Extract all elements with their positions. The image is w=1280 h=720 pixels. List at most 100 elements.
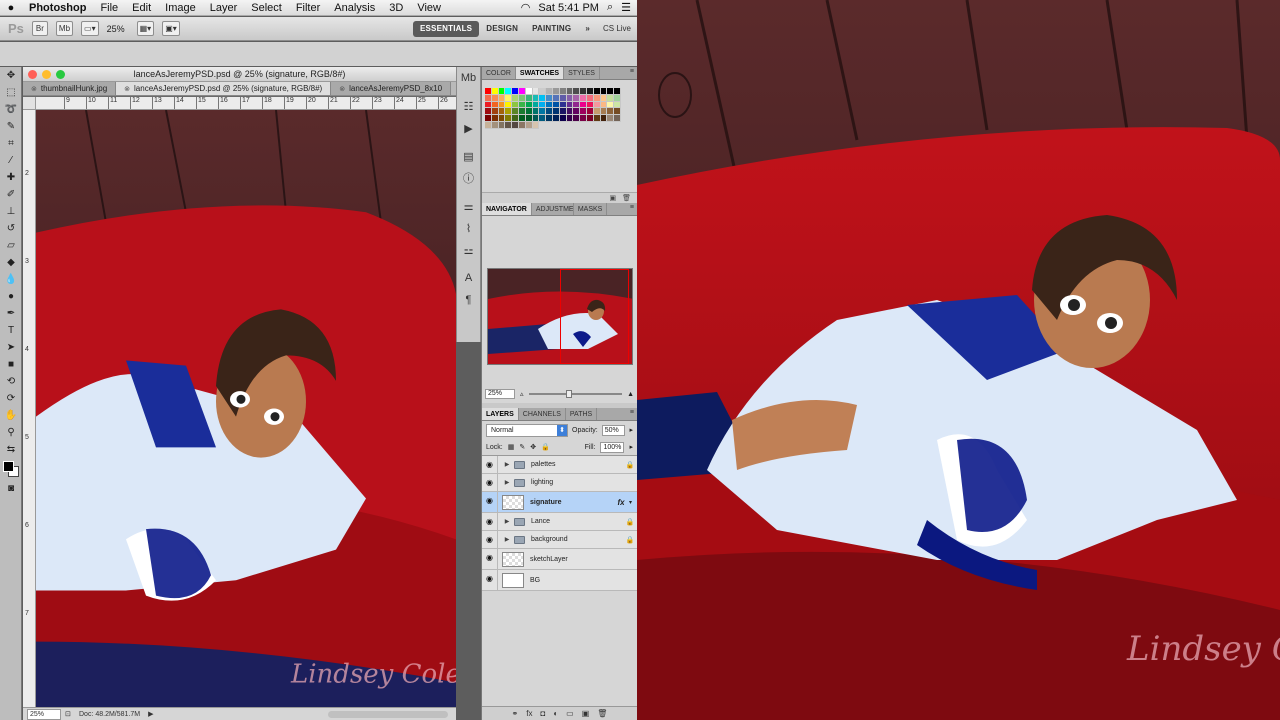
paragraph-icon[interactable]: ¶ xyxy=(457,289,480,311)
document-tab-active[interactable]: ⊗ lanceAsJeremyPSD.psd @ 25% (signature, … xyxy=(116,82,332,95)
panel-menu-icon[interactable]: ≡ xyxy=(630,68,634,75)
swatch-cell[interactable] xyxy=(586,108,594,116)
swatch-cell[interactable] xyxy=(518,94,526,102)
brush-tool-icon[interactable]: ✐ xyxy=(0,186,22,203)
clone-source-icon[interactable]: ⚍ xyxy=(457,239,480,261)
swatch-cell[interactable] xyxy=(586,101,594,109)
blend-mode-select[interactable]: Normal xyxy=(486,423,569,437)
healing-brush-tool-icon[interactable]: ✚ xyxy=(0,169,22,186)
paint-bucket-tool-icon[interactable]: ◆ xyxy=(0,254,22,271)
swatch-cell[interactable] xyxy=(607,88,615,95)
swatch-cell[interactable] xyxy=(498,121,506,129)
adjustment-layer-icon[interactable]: ◐ xyxy=(553,709,558,718)
swatch-cell[interactable] xyxy=(498,115,506,122)
swatch-cell[interactable] xyxy=(485,115,492,122)
swatch-cell[interactable] xyxy=(593,101,601,109)
swatch-cell[interactable] xyxy=(552,101,560,109)
expand-group-icon[interactable]: ▶ xyxy=(502,461,512,468)
close-window-button[interactable] xyxy=(28,70,37,79)
swatch-cell[interactable] xyxy=(518,101,526,109)
swatch-cell[interactable] xyxy=(525,88,533,95)
tab-styles[interactable]: STYLES xyxy=(564,67,600,79)
tab-navigator[interactable]: NAVIGATOR xyxy=(482,203,532,215)
swatch-cell[interactable] xyxy=(532,88,540,95)
swatch-cell[interactable] xyxy=(512,115,519,122)
swatch-cell[interactable] xyxy=(491,88,499,95)
close-tab-icon[interactable]: ⊗ xyxy=(124,86,130,93)
layer-row[interactable]: ◉ ▶ Lance 🔒 xyxy=(482,513,637,531)
marquee-tool-icon[interactable]: ⬚ xyxy=(0,84,22,101)
apple-icon[interactable]: ● xyxy=(0,2,22,14)
swatch-cell[interactable] xyxy=(580,115,587,122)
view-extras-button[interactable]: ▭▾ xyxy=(81,21,99,36)
swatch-cell[interactable] xyxy=(532,121,540,129)
swatch-cell[interactable] xyxy=(505,88,513,95)
swatch-cell[interactable] xyxy=(546,101,553,109)
tab-paths[interactable]: PATHS xyxy=(566,408,598,420)
horizontal-scrollbar[interactable] xyxy=(328,710,448,718)
swatch-cell[interactable] xyxy=(498,94,506,102)
visibility-eye-icon[interactable]: ◉ xyxy=(482,456,498,473)
launch-mini-bridge-button[interactable]: Mb xyxy=(55,21,74,36)
swatch-cell[interactable] xyxy=(491,101,499,109)
swatch-cell[interactable] xyxy=(586,88,594,95)
zoom-level-select[interactable]: 25% xyxy=(107,24,125,34)
new-group-icon[interactable]: ▭ xyxy=(566,709,574,718)
ruler-origin[interactable] xyxy=(23,97,36,110)
expand-group-icon[interactable]: ▶ xyxy=(502,518,512,525)
swatch-cell[interactable] xyxy=(566,115,574,122)
document-size-info[interactable]: Doc: 48.2M/581.7M xyxy=(79,711,140,718)
fill-dropdown-icon[interactable]: ▸ xyxy=(629,443,633,451)
info-icon[interactable]: ⓘ xyxy=(457,167,480,189)
lock-image-icon[interactable]: ✎ xyxy=(519,443,525,451)
zoom-out-icon[interactable]: ▵ xyxy=(520,390,524,398)
swatch-cell[interactable] xyxy=(485,88,492,95)
swatch-cell[interactable] xyxy=(607,94,615,102)
swatch-cell[interactable] xyxy=(512,94,519,102)
swatch-cell[interactable] xyxy=(525,101,533,109)
swatch-cell[interactable] xyxy=(539,108,547,116)
delete-layer-icon[interactable]: 🗑 xyxy=(597,709,607,718)
tab-adjustments[interactable]: ADJUSTMENTS xyxy=(532,203,574,215)
swatch-cell[interactable] xyxy=(552,94,560,102)
swatch-cell[interactable] xyxy=(593,115,601,122)
swatch-cell[interactable] xyxy=(586,115,594,122)
zoom-window-button[interactable] xyxy=(56,70,65,79)
swatch-cell[interactable] xyxy=(491,108,499,116)
add-mask-icon[interactable]: ◘ xyxy=(540,709,545,718)
menu-file[interactable]: File xyxy=(93,2,125,14)
eraser-tool-icon[interactable]: ▱ xyxy=(0,237,22,254)
swatch-cell[interactable] xyxy=(505,108,513,116)
swatch-cell[interactable] xyxy=(518,121,526,129)
spotlight-icon[interactable]: ⌕ xyxy=(607,1,613,14)
layer-row[interactable]: ◉ BG xyxy=(482,570,637,591)
cs-live-button[interactable]: CS Live xyxy=(597,24,637,33)
eyedropper-tool-icon[interactable]: ⁄ xyxy=(0,152,22,169)
swatch-cell[interactable] xyxy=(512,88,519,95)
swatch-cell[interactable] xyxy=(580,88,587,95)
layer-name[interactable]: signature xyxy=(530,499,613,506)
layer-name[interactable]: BG xyxy=(530,577,637,584)
tab-layers[interactable]: LAYERS xyxy=(482,408,519,420)
navigator-zoom-slider[interactable] xyxy=(528,390,623,398)
swatch-cell[interactable] xyxy=(614,115,621,122)
crop-tool-icon[interactable]: ⌗ xyxy=(0,135,22,152)
swatch-cell[interactable] xyxy=(546,108,553,116)
zoom-tool-icon[interactable]: ⚲ xyxy=(0,424,22,441)
layer-effects-icon[interactable]: fx xyxy=(613,498,629,507)
menu-analysis[interactable]: Analysis xyxy=(327,2,382,14)
swatch-cell[interactable] xyxy=(573,88,581,95)
screen-mode-button[interactable]: ▣▾ xyxy=(162,21,180,36)
swatch-cell[interactable] xyxy=(580,94,587,102)
swatch-cell[interactable] xyxy=(600,108,608,116)
opacity-dropdown-icon[interactable]: ▸ xyxy=(629,426,633,434)
layer-row-selected[interactable]: ◉ signature fx ▾ xyxy=(482,492,637,513)
menu-view[interactable]: View xyxy=(410,2,448,14)
workspace-design[interactable]: DESIGN xyxy=(479,24,525,33)
swatch-cell[interactable] xyxy=(614,101,621,109)
swatch-cell[interactable] xyxy=(600,88,608,95)
visibility-eye-icon[interactable]: ◉ xyxy=(482,513,498,530)
swatch-cell[interactable] xyxy=(512,108,519,116)
swatch-cell[interactable] xyxy=(498,88,506,95)
color-swatches[interactable] xyxy=(0,458,22,480)
